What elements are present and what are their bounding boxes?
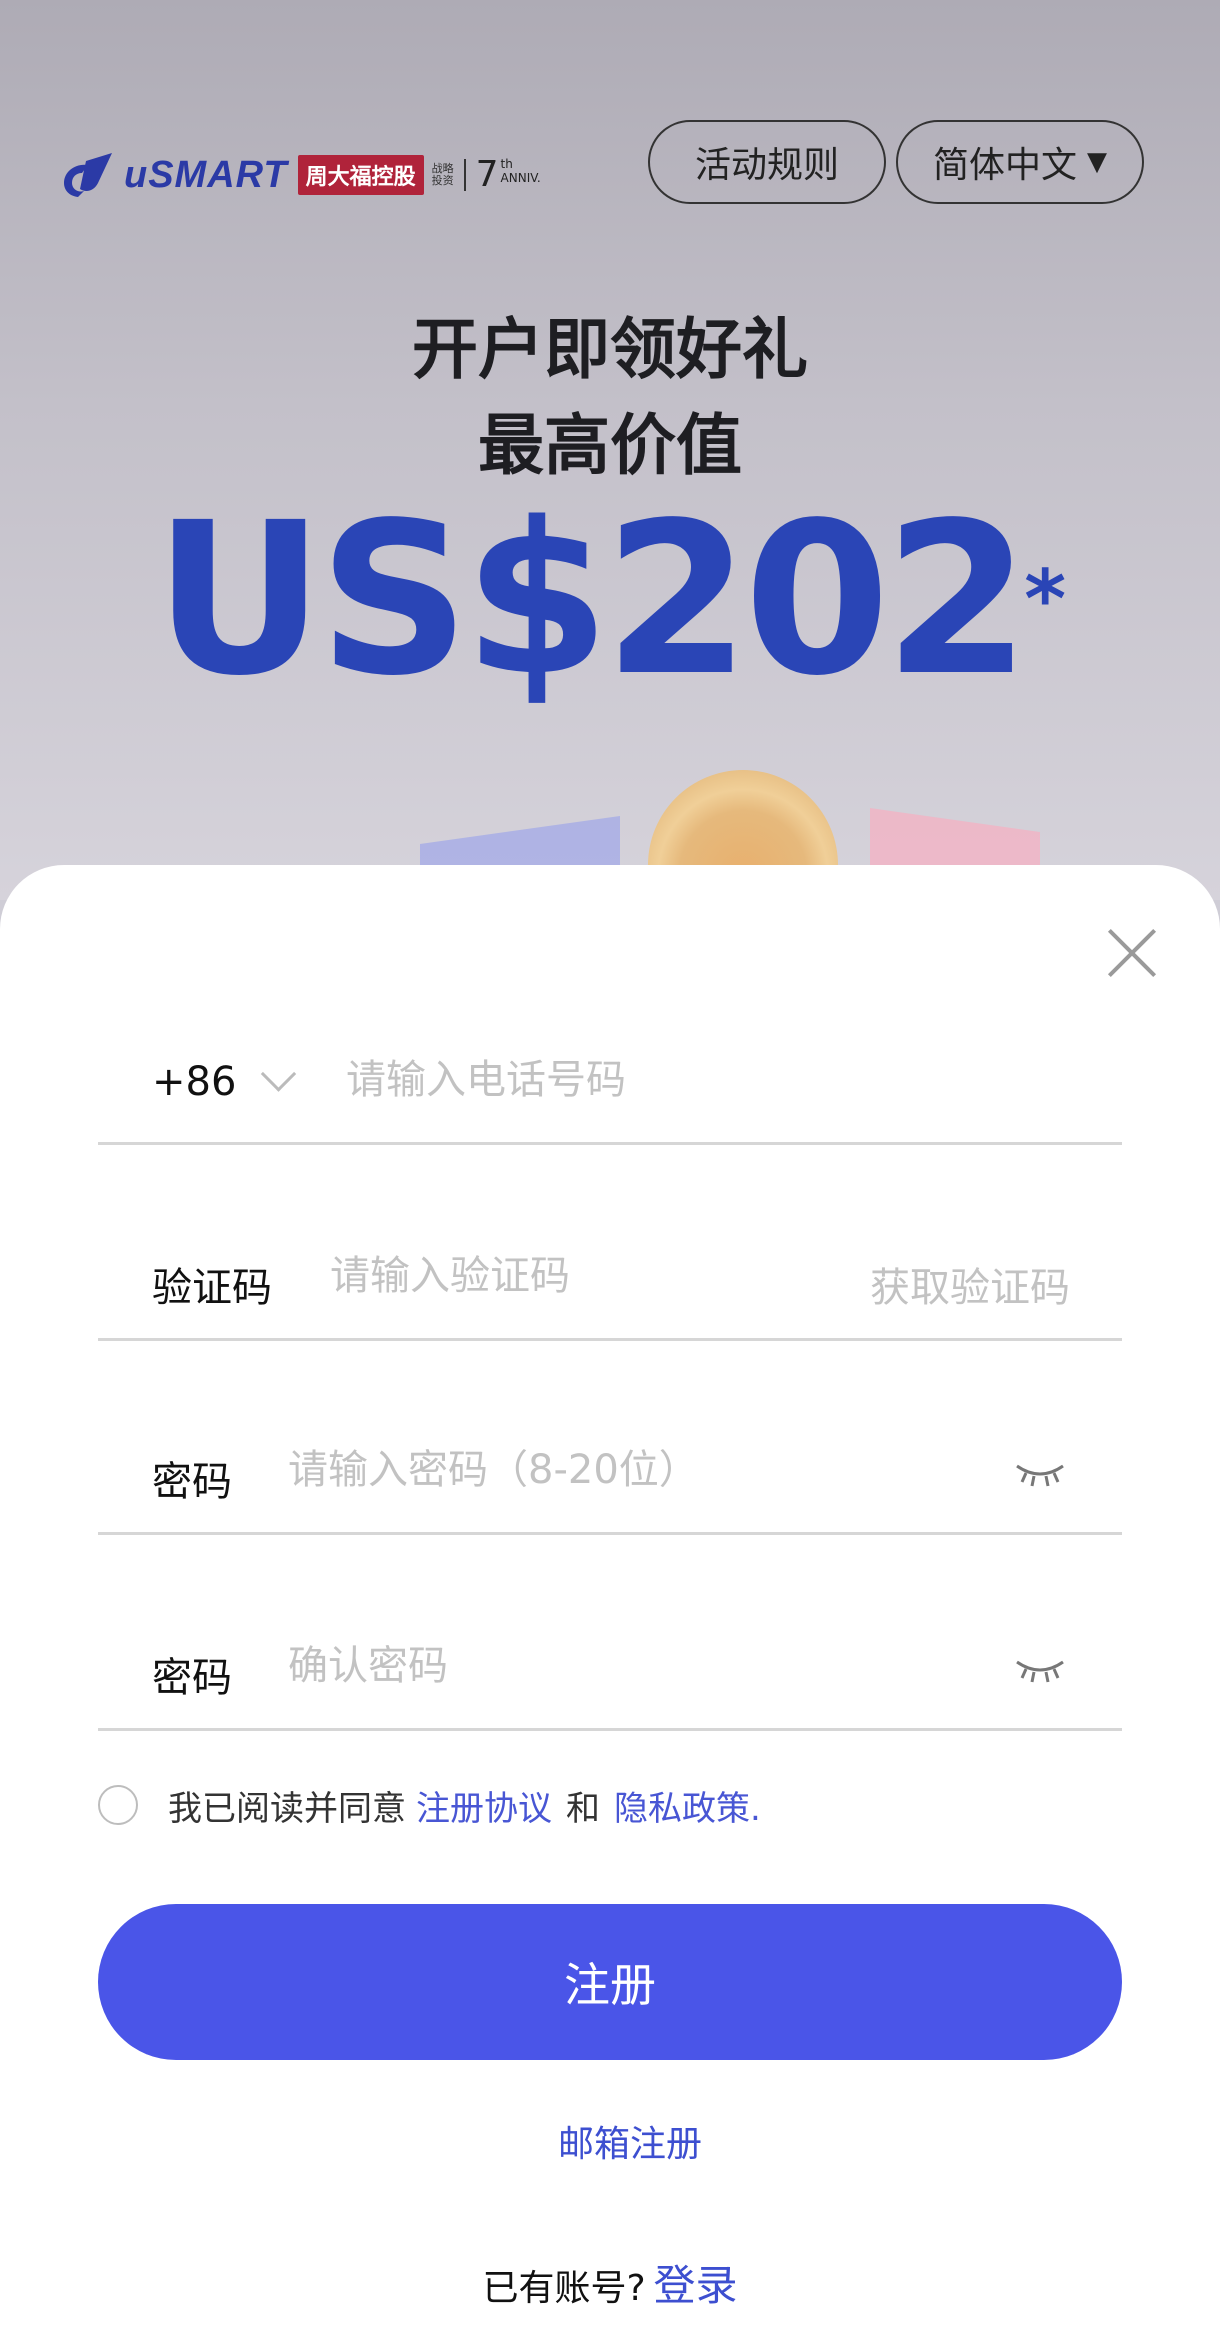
anniversary-badge: 7 th ANNIV. (476, 157, 541, 193)
close-icon[interactable] (1104, 925, 1160, 981)
anniversary-suffix: th (500, 157, 513, 171)
promo-banner: uSMART 周大福控股 战略 投资 7 th ANNIV. 活动规则 简体中文… (0, 0, 1220, 900)
logo-divider (463, 159, 466, 191)
confirm-password-label: 密码 (152, 1655, 232, 1701)
logo-wordmark: uSMART (124, 153, 288, 196)
agreement-row: 我已阅读并同意 注册协议 和 隐私政策. (98, 1781, 775, 1830)
register-button[interactable]: 注册 (98, 1904, 1122, 2060)
verification-code-field: 验证码 获取验证码 (98, 1208, 1122, 1341)
promo-headline: 开户即领好礼 (412, 311, 808, 388)
terms-link[interactable]: 注册协议 (416, 1781, 552, 1830)
privacy-link[interactable]: 隐私政策. (614, 1781, 761, 1830)
partner-tag: 周大福控股 (297, 155, 424, 195)
verification-code-label: 验证码 (152, 1265, 272, 1311)
have-account-text: 已有账号? (482, 2268, 646, 2309)
promo-amount-mark: * (1024, 553, 1067, 646)
confirm-password-input[interactable] (288, 1636, 1048, 1696)
anniversary-number: 7 (475, 154, 499, 195)
language-select-label: 简体中文 (932, 145, 1077, 186)
password-input[interactable] (288, 1440, 1048, 1500)
partner-note: 战略 投资 (432, 163, 454, 187)
eye-closed-icon[interactable] (1014, 1458, 1066, 1488)
verification-code-input[interactable] (330, 1246, 850, 1306)
country-code-select[interactable]: +86 (152, 1055, 297, 1105)
promo-amount-value: US$202 (153, 477, 1030, 722)
usmart-logo-icon (64, 153, 112, 197)
agreement-text: 我已阅读并同意 (168, 1788, 406, 1829)
confirm-password-field: 密码 (98, 1598, 1122, 1731)
eye-closed-icon[interactable] (1014, 1654, 1066, 1684)
login-prompt: 已有账号? 登录 (0, 2252, 1220, 2313)
anniversary-label: ANNIV. (500, 171, 541, 185)
activity-rules-button[interactable]: 活动规则 (648, 120, 886, 204)
language-select[interactable]: 简体中文 ▼ (896, 120, 1144, 204)
country-code-value: +86 (152, 1059, 237, 1105)
partner-note-line2: 投资 (431, 174, 454, 187)
activity-rules-label: 活动规则 (694, 145, 839, 186)
promo-subheadline: 最高价值 (478, 407, 742, 484)
phone-input[interactable] (346, 1050, 1046, 1110)
promo-amount: US$202* (0, 490, 1220, 710)
agreement-and: 和 (566, 1788, 600, 1829)
get-code-button[interactable]: 获取验证码 (870, 1255, 1070, 1313)
caret-down-icon: ▼ (1087, 147, 1107, 177)
chevron-down-icon (261, 1055, 297, 1092)
login-link[interactable]: 登录 (654, 2261, 738, 2310)
brand-logo: uSMART 周大福控股 战略 投资 7 th ANNIV. (58, 150, 541, 200)
phone-field: +86 (98, 1012, 1122, 1145)
password-label: 密码 (152, 1459, 232, 1505)
email-register-link[interactable]: 邮箱注册 (20, 2115, 1220, 2167)
password-field: 密码 (98, 1402, 1122, 1535)
agreement-checkbox[interactable] (98, 1785, 138, 1825)
